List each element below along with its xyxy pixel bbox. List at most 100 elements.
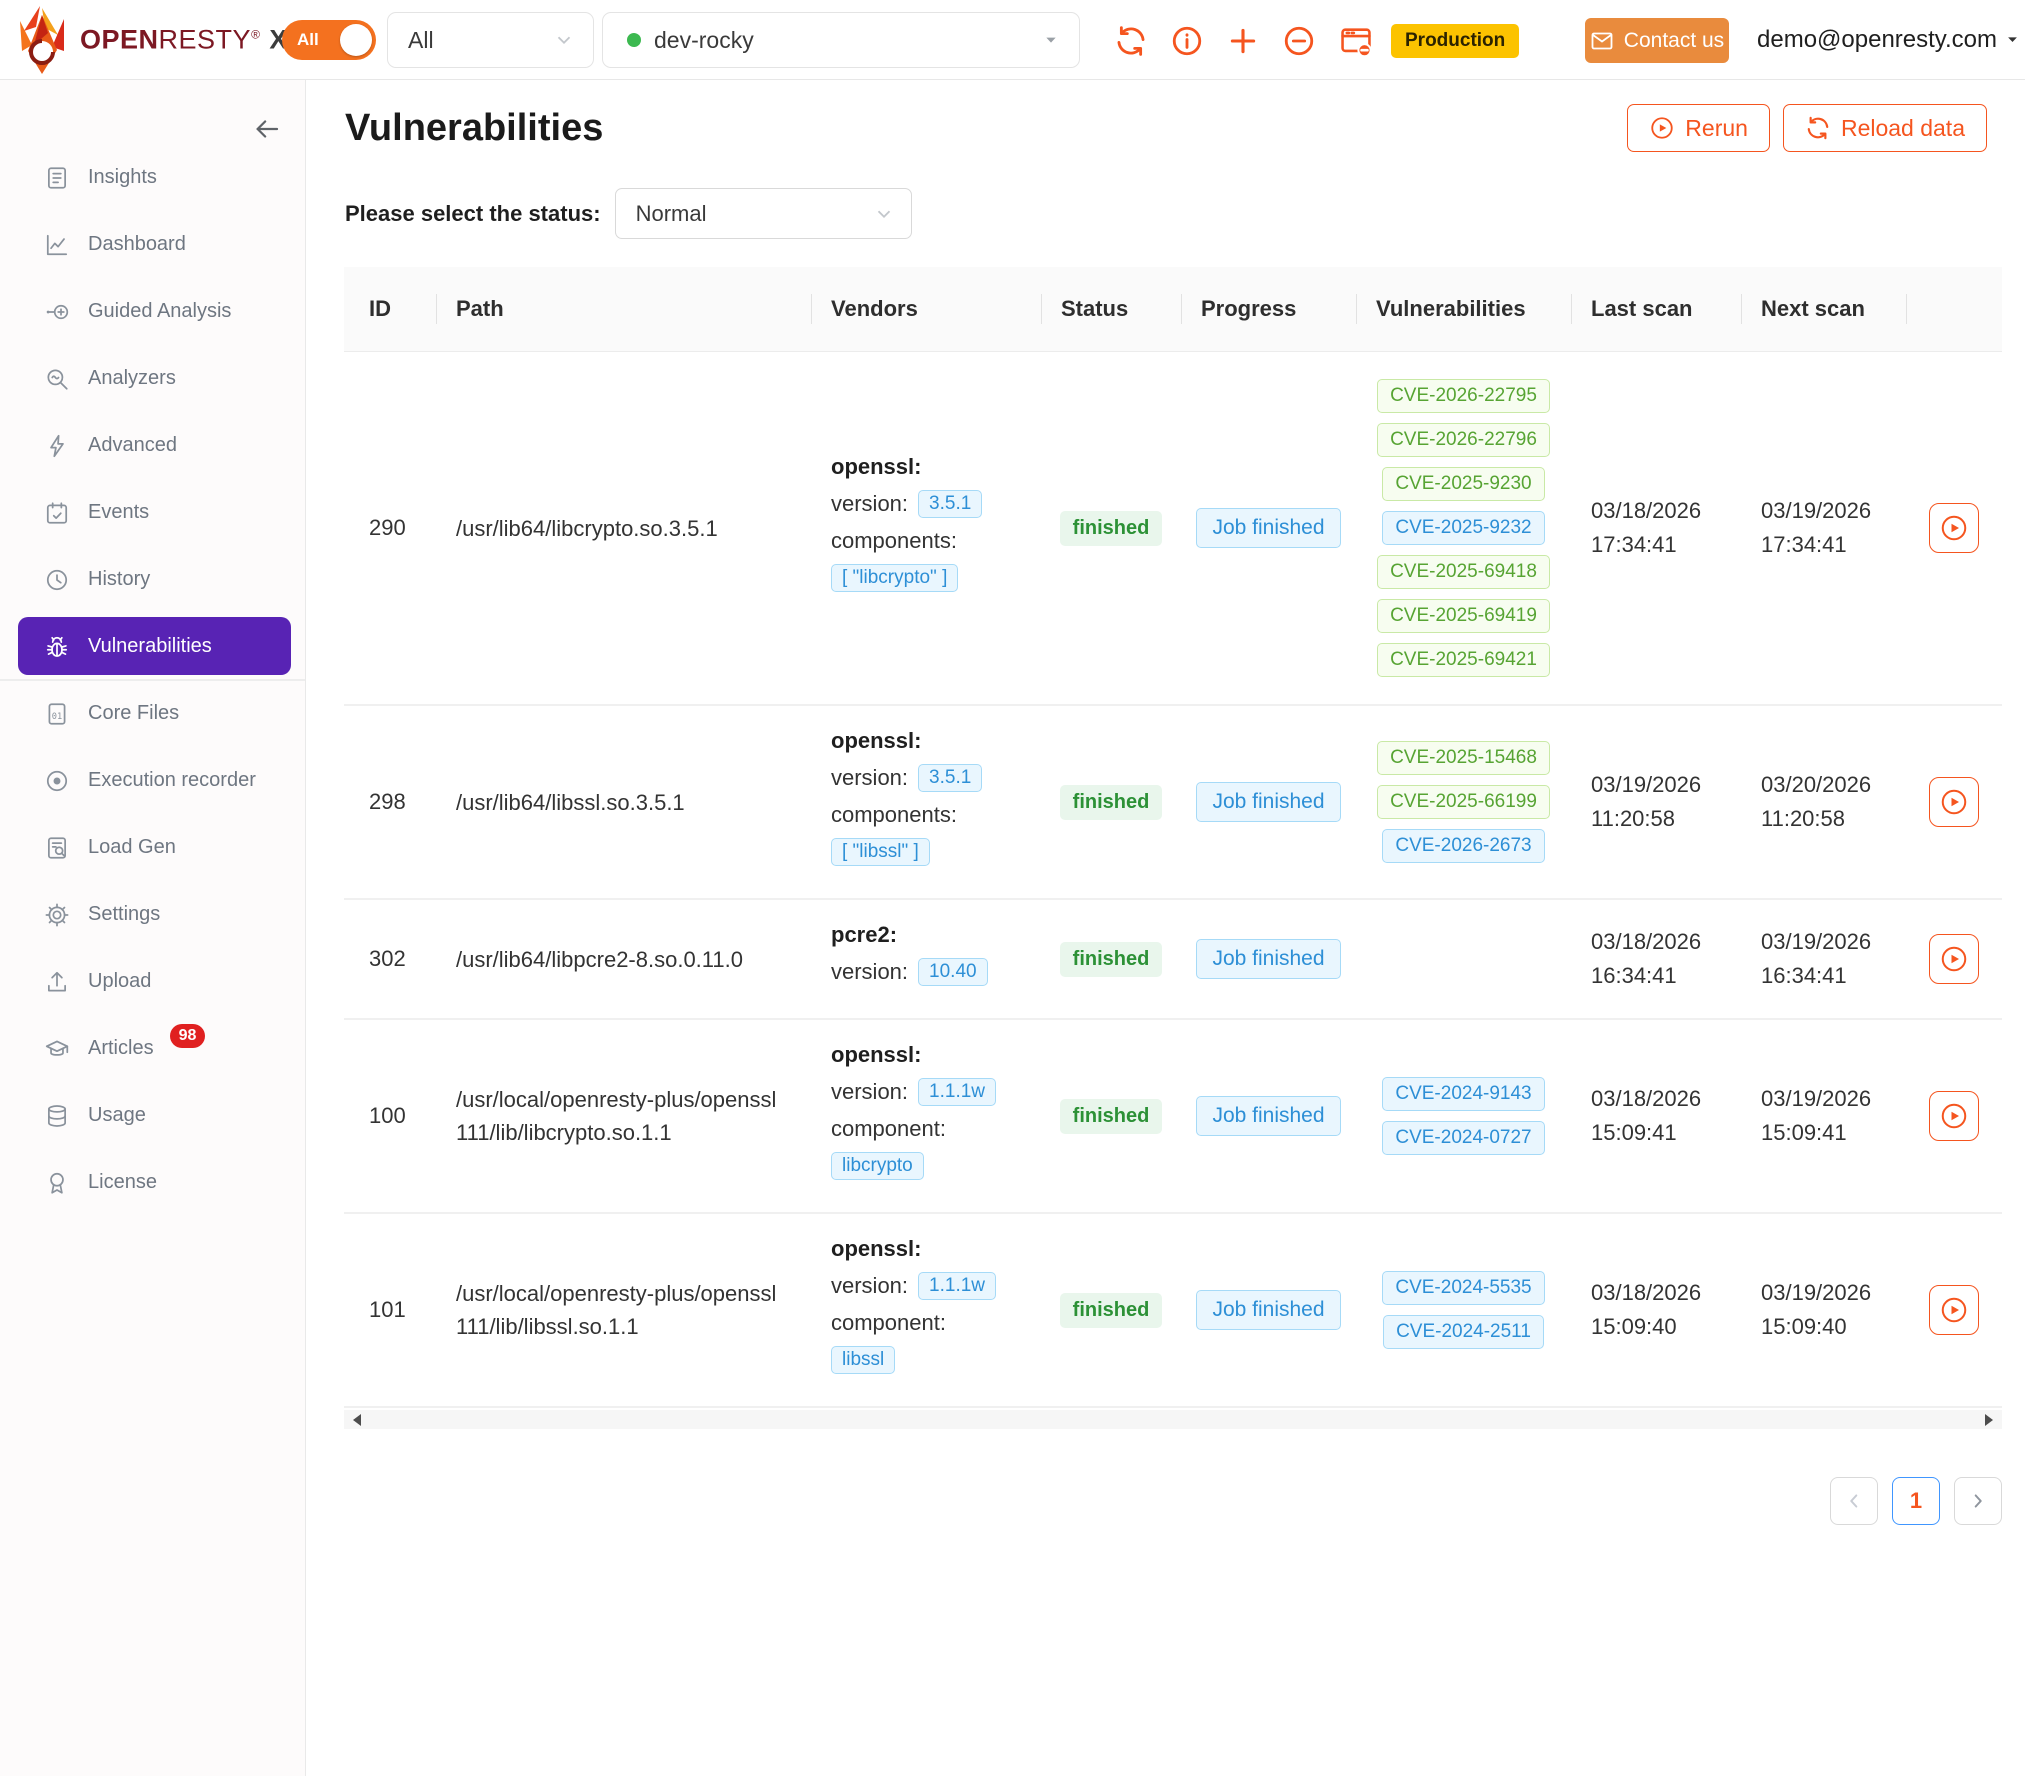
cve-badge[interactable]: CVE-2025-66199 [1377, 785, 1550, 819]
scope-select[interactable]: All [387, 12, 594, 68]
envelope-icon [1590, 29, 1614, 53]
prev-page-button[interactable] [1830, 1477, 1878, 1525]
plus-icon[interactable] [1226, 24, 1260, 58]
horizontal-scrollbar[interactable] [344, 1410, 2002, 1429]
sidebar-item-label: Analyzers [88, 367, 176, 390]
row-status: finished [1041, 942, 1181, 977]
recorder-icon [44, 768, 70, 794]
cve-badge[interactable]: CVE-2025-9232 [1382, 511, 1544, 545]
contact-us-button[interactable]: Contact us [1585, 18, 1729, 63]
sidebar-item-articles[interactable]: Articles98 [0, 1015, 305, 1082]
browser-minus-icon[interactable] [1339, 24, 1373, 58]
sidebar-item-events[interactable]: Events [0, 479, 305, 546]
sidebar-item-dashboard[interactable]: Dashboard [0, 211, 305, 278]
sidebar-item-load-gen[interactable]: Load Gen [0, 814, 305, 881]
sidebar-item-advanced[interactable]: Advanced [0, 412, 305, 479]
last-scan-date: 03/18/2026 [1591, 1082, 1741, 1116]
column-header-progress: Progress [1181, 296, 1356, 322]
sidebar-item-upload[interactable]: Upload [0, 948, 305, 1015]
page-1-button[interactable]: 1 [1892, 1477, 1940, 1525]
run-scan-button[interactable] [1929, 934, 1979, 984]
sidebar-item-guided-analysis[interactable]: Guided Analysis [0, 278, 305, 345]
last-scan-time: 15:09:40 [1591, 1310, 1741, 1344]
run-scan-button[interactable] [1929, 503, 1979, 553]
page-title: Vulnerabilities [345, 107, 603, 150]
sidebar-item-usage[interactable]: Usage [0, 1082, 305, 1149]
chevron-left-icon [1843, 1490, 1865, 1512]
next-scan-time: 15:09:40 [1761, 1310, 1906, 1344]
sidebar-item-settings[interactable]: Settings [0, 881, 305, 948]
vendor-version-line: version:1.1.1w [831, 1078, 1041, 1106]
row-next-scan: 03/19/202616:34:41 [1741, 925, 1906, 993]
sidebar-item-vulnerabilities[interactable]: Vulnerabilities [0, 613, 305, 680]
scroll-left-arrow[interactable] [353, 1414, 361, 1426]
status-filter-select[interactable]: Normal [615, 188, 912, 239]
brand-resty: RESTY [159, 24, 252, 54]
sidebar-item-label: Upload [88, 970, 151, 993]
vendor-name: openssl: [831, 728, 1041, 754]
reload-data-button[interactable]: Reload data [1783, 104, 1987, 152]
row-last-scan: 03/18/202617:34:41 [1571, 494, 1741, 562]
run-scan-button[interactable] [1929, 777, 1979, 827]
cve-badge[interactable]: CVE-2024-5535 [1382, 1271, 1544, 1305]
cve-badge[interactable]: CVE-2026-2673 [1382, 829, 1544, 863]
cve-badge[interactable]: CVE-2025-69419 [1377, 599, 1550, 633]
sidebar-item-execution-recorder[interactable]: Execution recorder [0, 747, 305, 814]
table-row: 100/usr/local/openresty-plus/openssl111/… [344, 1020, 2002, 1214]
info-icon[interactable] [1170, 24, 1204, 58]
sidebar: InsightsDashboardGuided Analysis Analyzer… [0, 80, 306, 1776]
column-header-id: ID [344, 296, 436, 322]
cve-badge[interactable]: CVE-2025-15468 [1377, 741, 1550, 775]
user-menu[interactable]: demo@openresty.com [1757, 26, 2020, 54]
cve-badge[interactable]: CVE-2026-22796 [1377, 423, 1550, 457]
version-badge: 1.1.1w [918, 1272, 996, 1300]
sidebar-item-core-files[interactable]: 01Core Files [0, 680, 305, 747]
cve-badge[interactable]: CVE-2025-9230 [1382, 467, 1544, 501]
load-gen-icon [44, 835, 70, 861]
guided-analysis-icon [44, 299, 70, 325]
cve-badge[interactable]: CVE-2025-69418 [1377, 555, 1550, 589]
version-badge: 1.1.1w [918, 1078, 996, 1106]
row-status: finished [1041, 1293, 1181, 1328]
collapse-sidebar-button[interactable] [252, 114, 282, 144]
rerun-button[interactable]: Rerun [1627, 104, 1770, 152]
version-badge: 10.40 [918, 958, 988, 986]
sidebar-item-label: History [88, 568, 150, 591]
sidebar-item-license[interactable]: License [0, 1149, 305, 1216]
row-progress: Job finished [1181, 939, 1356, 979]
sidebar-item-label: Advanced [88, 434, 177, 457]
run-scan-button[interactable] [1929, 1285, 1979, 1335]
next-page-button[interactable] [1954, 1477, 2002, 1525]
environment-badge: Production [1391, 24, 1519, 58]
table-body: 290/usr/lib64/libcrypto.so.3.5.1openssl:… [344, 352, 2002, 1408]
cve-badge[interactable]: CVE-2024-9143 [1382, 1077, 1544, 1111]
column-header-last-scan: Last scan [1571, 296, 1741, 322]
cve-badge[interactable]: CVE-2024-2511 [1383, 1315, 1544, 1349]
scroll-right-arrow[interactable] [1985, 1414, 1993, 1426]
component-badge: [ "libssl" ] [831, 838, 930, 866]
sidebar-item-history[interactable]: History [0, 546, 305, 613]
sidebar-item-insights[interactable]: Insights [0, 144, 305, 211]
sidebar-item-label: Core Files [88, 702, 179, 725]
server-select[interactable]: dev-rocky [602, 12, 1080, 68]
cve-badge[interactable]: CVE-2024-0727 [1382, 1121, 1544, 1155]
openresty-logo[interactable] [10, 5, 74, 75]
cve-badge[interactable]: CVE-2026-22795 [1377, 379, 1550, 413]
all-toggle[interactable]: All [282, 20, 376, 60]
version-label: version: [831, 491, 908, 517]
progress-badge: Job finished [1196, 508, 1340, 548]
chevron-right-icon [1967, 1490, 1989, 1512]
play-circle-icon [1939, 1295, 1969, 1325]
vendor-name: openssl: [831, 1042, 1041, 1068]
play-circle-icon [1939, 944, 1969, 974]
refresh-icon[interactable] [1114, 24, 1148, 58]
row-vulnerabilities: CVE-2026-22795 CVE-2026-22796 CVE-2025-923… [1356, 374, 1571, 682]
next-scan-time: 17:34:41 [1761, 528, 1906, 562]
minus-circle-icon[interactable] [1282, 24, 1316, 58]
row-next-scan: 03/19/202617:34:41 [1741, 494, 1906, 562]
sidebar-item-analyzers[interactable]: Analyzers [0, 345, 305, 412]
cve-badge[interactable]: CVE-2025-69421 [1377, 643, 1550, 677]
run-scan-button[interactable] [1929, 1091, 1979, 1141]
row-progress: Job finished [1181, 782, 1356, 822]
user-email: demo@openresty.com [1757, 26, 1997, 54]
